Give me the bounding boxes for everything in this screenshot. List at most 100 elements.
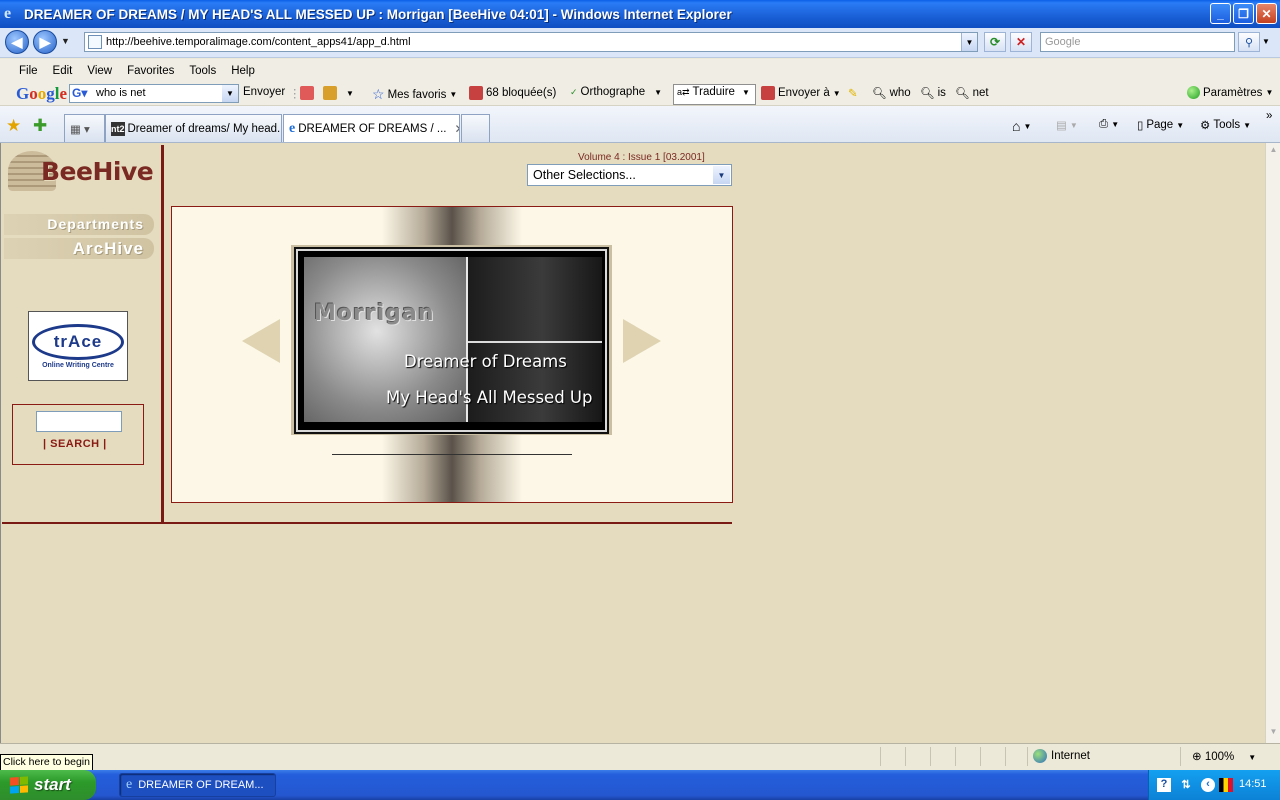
trace-subtitle: Online Writing Centre [42,361,114,369]
tab-close-icon[interactable]: ✕ [454,122,459,136]
menu-file[interactable]: File [19,65,38,77]
term-net-button[interactable]: 🔍︎ net [955,86,989,100]
vertical-scrollbar[interactable]: ▲ ▼ [1265,143,1280,743]
tab-dreamer-1[interactable]: nt2 Dreamer of dreams/ My head... [105,114,282,142]
settings-label: Paramètres [1203,86,1263,99]
ie-task-icon: e [126,777,133,792]
quick-tabs-button[interactable]: ▦ ▾ [64,114,105,142]
scroll-up-icon[interactable]: ▲ [1267,145,1280,159]
chevron-left-icon[interactable]: ‹ [1201,778,1215,792]
site-search-panel: | SEARCH | [12,404,144,465]
next-arrow-icon[interactable] [623,319,661,363]
settings-button[interactable]: Paramètres ▼ [1187,86,1273,99]
task-label: DREAMER OF DREAM... [138,779,264,791]
globe-icon [1033,749,1047,763]
menu-view[interactable]: View [87,65,112,77]
print-icon[interactable]: ⎙ ▼ [1099,118,1119,131]
footer-divider [2,522,732,524]
refresh-button[interactable]: ⟳ [984,32,1006,52]
trace-logo-link[interactable]: trAce Online Writing Centre [28,311,128,381]
google-query-text: who is net [96,87,146,99]
google-g-icon: G▾ [72,86,88,100]
translate-label: Traduire [692,86,735,98]
tools-menu-button[interactable]: ⚙ Tools ▼ [1200,118,1251,132]
history-dropdown-icon[interactable]: ▼ [61,36,70,46]
quick-tabs-icon: ▦ ▾ [70,123,90,136]
select-value: Other Selections... [533,168,636,182]
spell-label: Orthographe [580,86,646,98]
send-to-button[interactable]: Envoyer à ▼ [761,86,841,100]
send-label: Envoyer [243,86,286,98]
add-favorite-icon[interactable]: ✚ [33,116,47,136]
close-icon[interactable]: ✕ [1256,3,1277,24]
menu-favorites[interactable]: Favorites [127,65,174,77]
menu-help[interactable]: Help [231,65,255,77]
tab-label: Dreamer of dreams/ My head... [127,122,282,135]
menu-tools[interactable]: Tools [189,65,216,77]
popup-blocker-button[interactable]: 68 bloquée(s) [469,86,556,100]
archive-link[interactable]: ArcHive [4,238,154,259]
translate-button[interactable]: a⇄ Traduire ▼ [677,86,750,98]
taskbar-ie-window[interactable]: e DREAMER OF DREAM... [119,773,276,797]
departments-link[interactable]: Departments [4,214,154,235]
google-search-input[interactable]: G▾ who is net ▼ [69,84,239,103]
highlight-icon[interactable] [300,86,314,100]
popup-icon[interactable]: ▼ [323,86,354,100]
maximize-icon[interactable]: ❐ [1233,3,1254,24]
spellcheck-icon: ✓ [570,86,578,97]
magnifier-icon: 🔍︎ [920,88,935,100]
language-flag-icon[interactable] [1219,778,1233,792]
star-outline-icon: ☆ [372,86,385,102]
previous-arrow-icon[interactable] [242,319,280,363]
term-who-button[interactable]: 🔍︎ who [872,86,911,100]
chevron-down-icon[interactable]: ▼ [713,166,730,184]
blocker-icon [469,86,483,100]
favorites-button[interactable]: ☆ Mes favoris ▼ [372,86,457,103]
term-is-button[interactable]: 🔍︎ is [920,86,946,100]
search-input[interactable]: Google [1040,32,1235,52]
artwork-image[interactable]: Morrigan Dreamer of Dreams My Head's All… [304,257,602,422]
magnifier-icon: 🔍︎ [955,88,970,100]
chevron-right-icon[interactable]: » [1266,110,1272,122]
highlighter-icon[interactable]: ✎ [848,86,858,100]
back-button[interactable]: ◀ [5,30,29,54]
stop-button[interactable]: ✕ [1010,32,1032,52]
term-who-label: who [889,87,911,99]
start-button[interactable]: start [0,770,96,800]
new-tab-button[interactable] [461,114,490,142]
send-to-label: Envoyer à [778,87,830,99]
other-selections-select[interactable]: Other Selections... ▼ [527,164,732,186]
forward-button[interactable]: ▶ [33,30,57,54]
artwork-author: Morrigan [314,301,435,326]
nt2-icon: nt2 [111,121,125,136]
windows-flag-icon [10,776,28,794]
spellcheck-button[interactable]: ✓ Orthographe ▼ [570,86,662,98]
address-bar[interactable]: http://beehive.temporalimage.com/content… [84,32,978,52]
feeds-icon[interactable]: ▤ ▼ [1056,118,1078,132]
address-row: ◀ ▶ ▼ http://beehive.temporalimage.com/c… [0,28,1280,58]
clock[interactable]: 14:51 [1239,778,1267,790]
favorites-star-icon[interactable]: ★ [6,116,21,136]
search-icon[interactable]: ⚲ [1238,32,1260,52]
tab-label: DREAMER OF DREAMS / ... [298,122,447,135]
google-send-button[interactable]: Envoyer [243,86,285,98]
scroll-down-icon[interactable]: ▼ [1267,727,1280,741]
site-search-input[interactable] [36,411,122,432]
search-options-icon[interactable]: ▼ [1262,37,1270,46]
security-zone[interactable]: Internet [1033,749,1090,763]
zoom-control[interactable]: ⊕ 100% ▼ [1192,749,1256,763]
beehive-logo[interactable]: BeeHive [8,151,154,195]
tab-dreamer-active[interactable]: e DREAMER OF DREAMS / ... ✕ [283,114,460,142]
google-dropdown-icon[interactable]: ▼ [222,85,238,102]
network-icon[interactable]: ⇅ [1179,778,1193,792]
left-sidebar: BeeHive Departments ArcHive trAce Online… [2,145,164,522]
page-menu-button[interactable]: ▯ Page ▼ [1137,118,1184,132]
minimize-icon[interactable]: _ [1210,3,1231,24]
site-search-button[interactable]: | SEARCH | [43,438,107,450]
magnifier-icon: 🔍︎ [872,88,887,100]
home-icon[interactable]: ⌂ ▼ [1012,118,1031,134]
menu-edit[interactable]: Edit [53,65,73,77]
address-dropdown-icon[interactable]: ▼ [961,33,977,51]
help-icon[interactable]: ? [1157,778,1171,792]
artwork-title-1: Dreamer of Dreams [404,352,567,371]
